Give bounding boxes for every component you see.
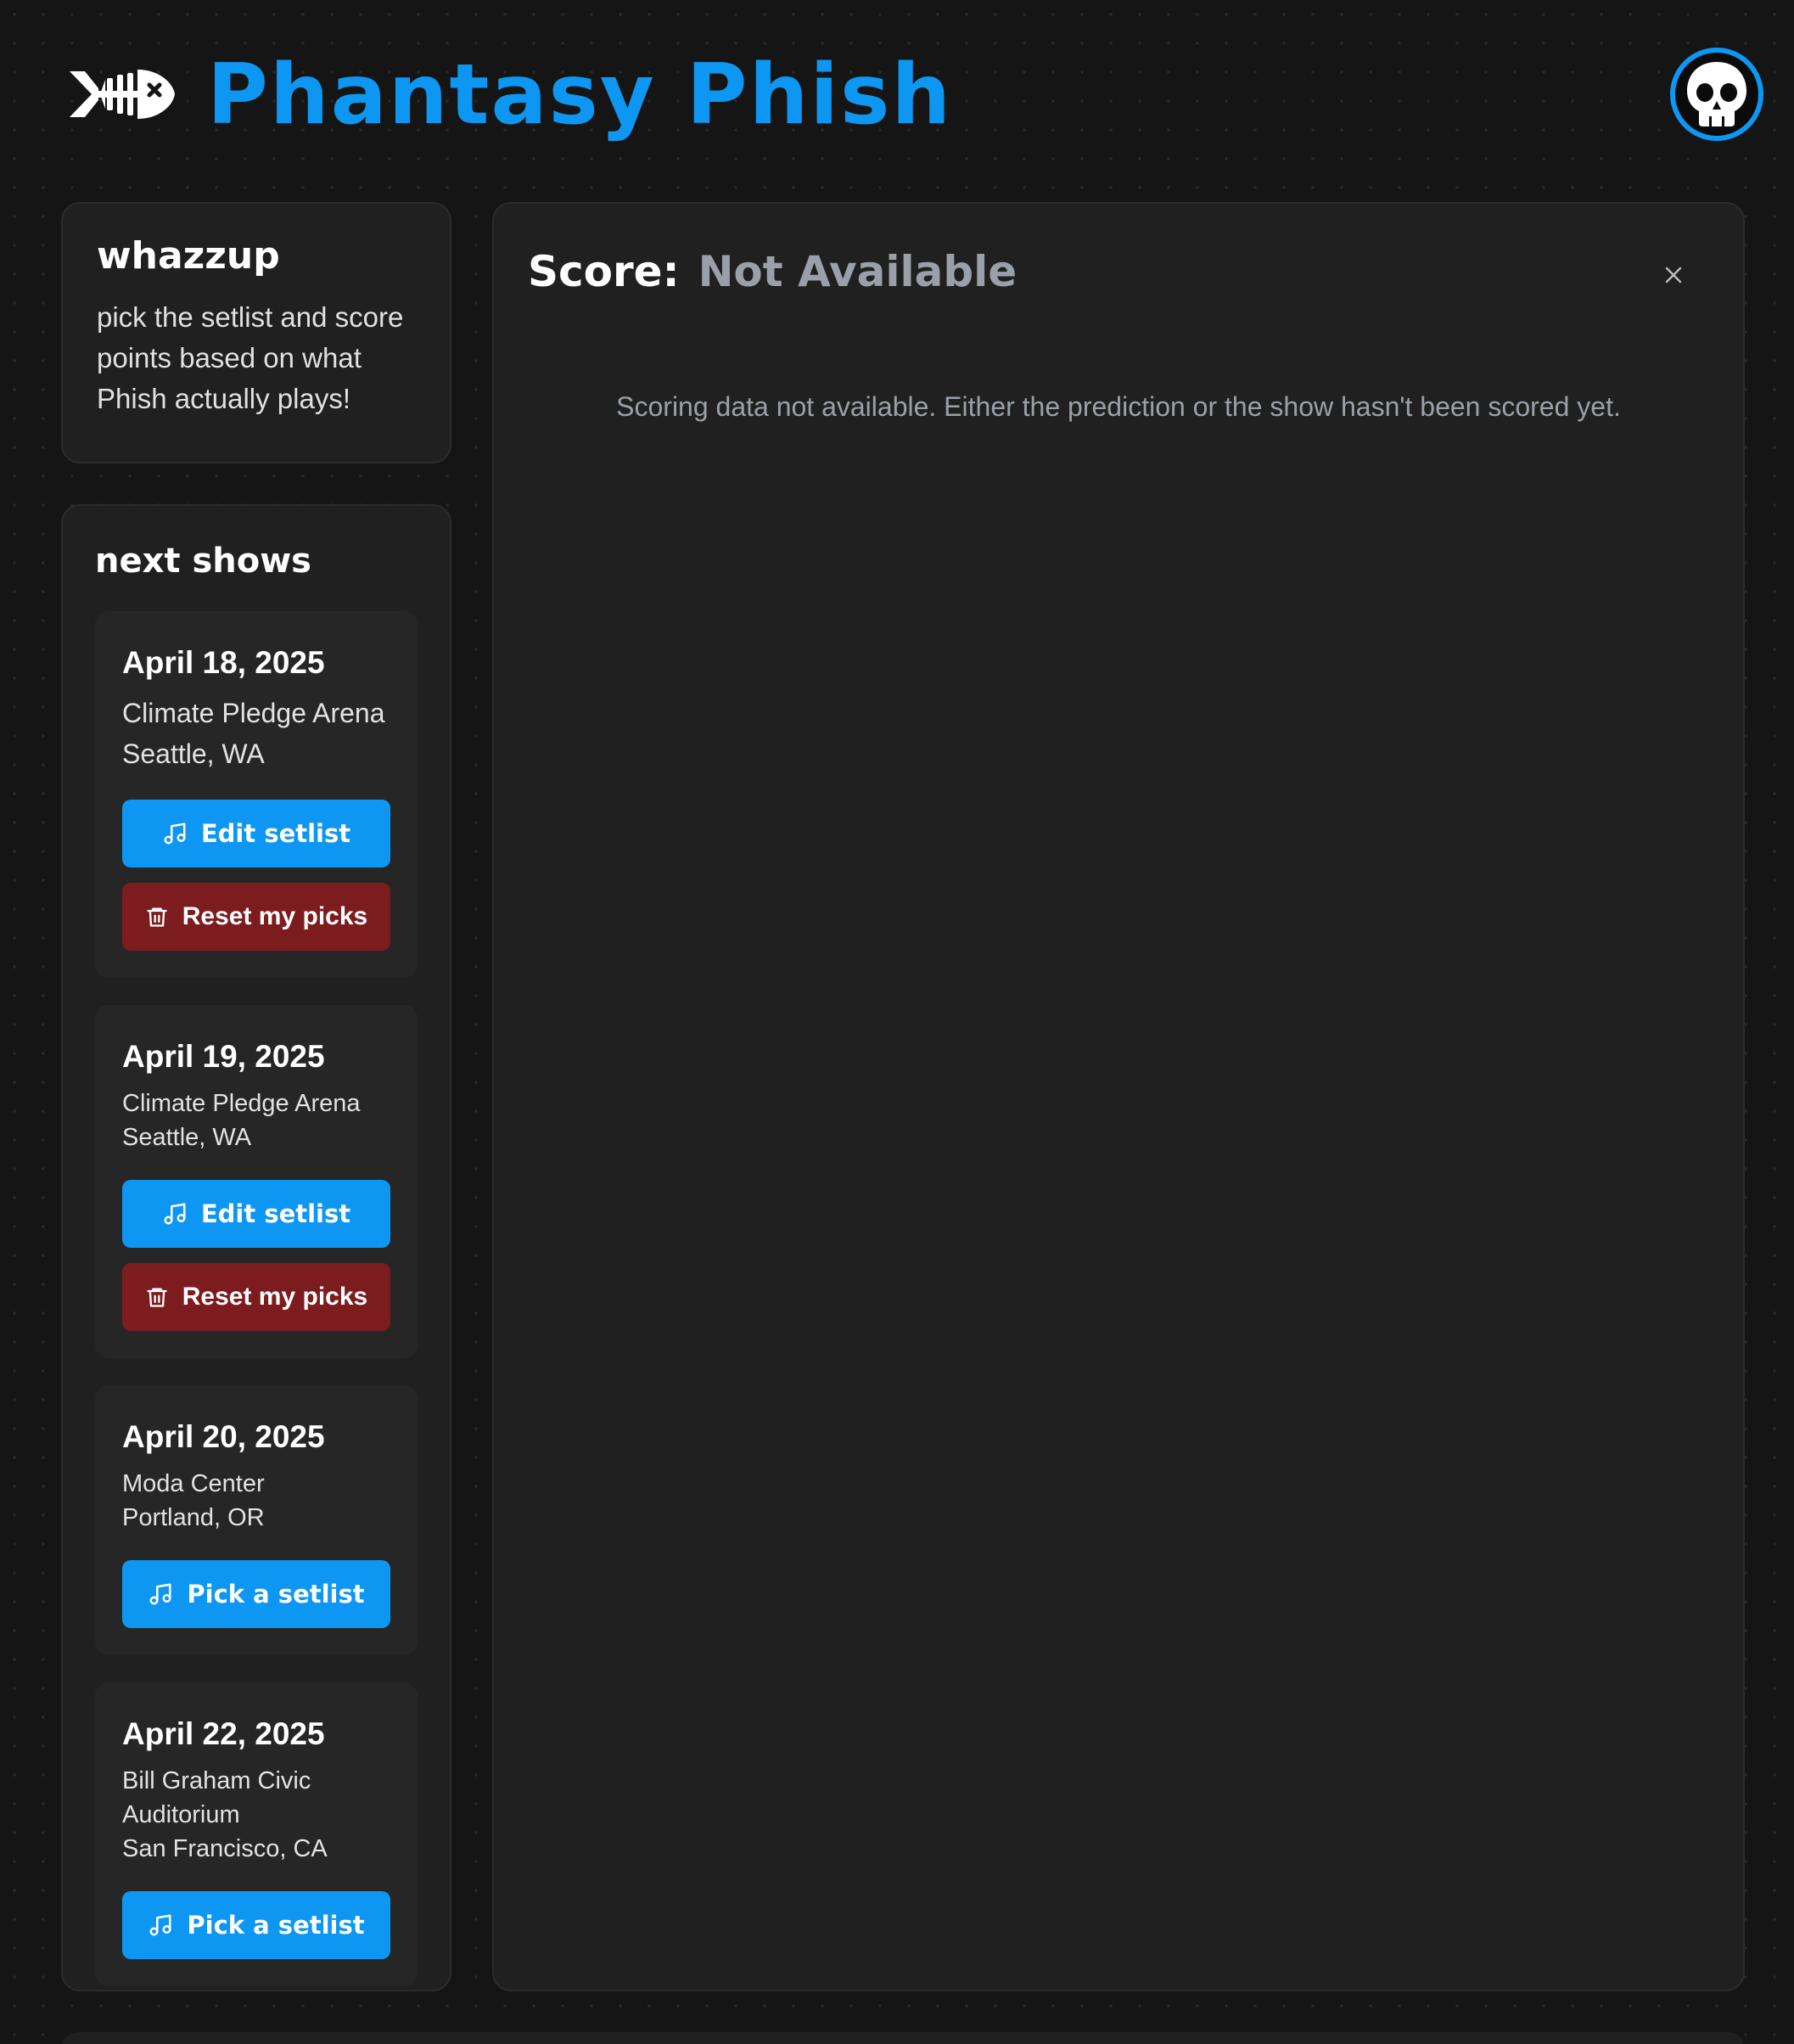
edit-setlist-label: Edit setlist — [200, 819, 351, 848]
edit-setlist-button[interactable]: Edit setlist — [122, 1180, 390, 1248]
app-title[interactable]: Phantasy Phish — [207, 44, 952, 146]
show-venue: Climate Pledge Arena — [122, 1090, 361, 1117]
footer-panel — [61, 2032, 1745, 2044]
close-button[interactable] — [1655, 256, 1692, 294]
score-panel: Score: Not Available Scoring data not av… — [492, 202, 1745, 1991]
score-title: Score: Not Available — [528, 246, 1709, 297]
show-list: April 18, 2025 Climate Pledge Arena Seat… — [95, 611, 418, 1986]
skull-icon — [1687, 62, 1746, 126]
next-shows-heading: next shows — [95, 542, 311, 581]
music-note-icon — [149, 1914, 171, 1936]
show-date: April 22, 2025 — [122, 1716, 325, 1751]
show-card: April 22, 2025 Bill Graham Civic Auditor… — [95, 1682, 418, 1986]
trash-icon — [147, 907, 167, 927]
show-location: Seattle, WA — [122, 1124, 252, 1151]
intro-card: whazzup pick the setlist and score point… — [61, 202, 451, 463]
avatar[interactable] — [1670, 48, 1763, 141]
show-date: April 18, 2025 — [122, 645, 325, 680]
show-location: Portland, OR — [122, 1504, 265, 1531]
music-note-icon — [164, 1203, 186, 1225]
pick-setlist-button[interactable]: Pick a setlist — [122, 1560, 390, 1628]
show-card: April 19, 2025 Climate Pledge Arena Seat… — [95, 1005, 418, 1358]
show-date: April 19, 2025 — [122, 1039, 325, 1074]
fish-skeleton-icon[interactable] — [66, 65, 177, 124]
score-unavailable-message: Scoring data not available. Either the p… — [616, 391, 1621, 422]
show-card: April 20, 2025 Moda Center Portland, OR … — [95, 1385, 418, 1655]
reset-picks-label: Reset my picks — [182, 1283, 368, 1311]
reset-picks-label: Reset my picks — [182, 902, 368, 930]
pick-setlist-label: Pick a setlist — [187, 1580, 365, 1609]
trash-icon — [147, 1288, 167, 1307]
pick-setlist-label: Pick a setlist — [187, 1911, 365, 1940]
reset-picks-button[interactable]: Reset my picks — [122, 883, 390, 951]
show-location: San Francisco, CA — [122, 1835, 328, 1862]
next-shows-panel: next shows April 18, 2025 Climate Pledge… — [61, 504, 451, 1991]
pick-setlist-button[interactable]: Pick a setlist — [122, 1891, 390, 1959]
show-venue: Bill Graham Civic Auditorium — [122, 1767, 311, 1828]
show-card: April 18, 2025 Climate Pledge Arena Seat… — [95, 611, 418, 978]
reset-picks-button[interactable]: Reset my picks — [122, 1263, 390, 1331]
edit-setlist-button[interactable]: Edit setlist — [122, 800, 390, 868]
show-venue: Moda Center — [122, 1470, 265, 1497]
app-header: Phantasy Phish — [0, 0, 1794, 187]
intro-body: pick the setlist and score points based … — [97, 301, 404, 414]
edit-setlist-label: Edit setlist — [200, 1199, 351, 1228]
show-venue: Climate Pledge Arena — [122, 698, 385, 728]
close-icon — [1665, 267, 1682, 284]
music-note-icon — [149, 1583, 171, 1605]
show-date: April 20, 2025 — [122, 1419, 325, 1454]
show-location: Seattle, WA — [122, 738, 265, 769]
music-note-icon — [164, 823, 186, 845]
score-label: Score: — [528, 247, 680, 296]
score-value: Not Available — [698, 247, 1018, 296]
intro-heading: whazzup — [97, 234, 280, 278]
